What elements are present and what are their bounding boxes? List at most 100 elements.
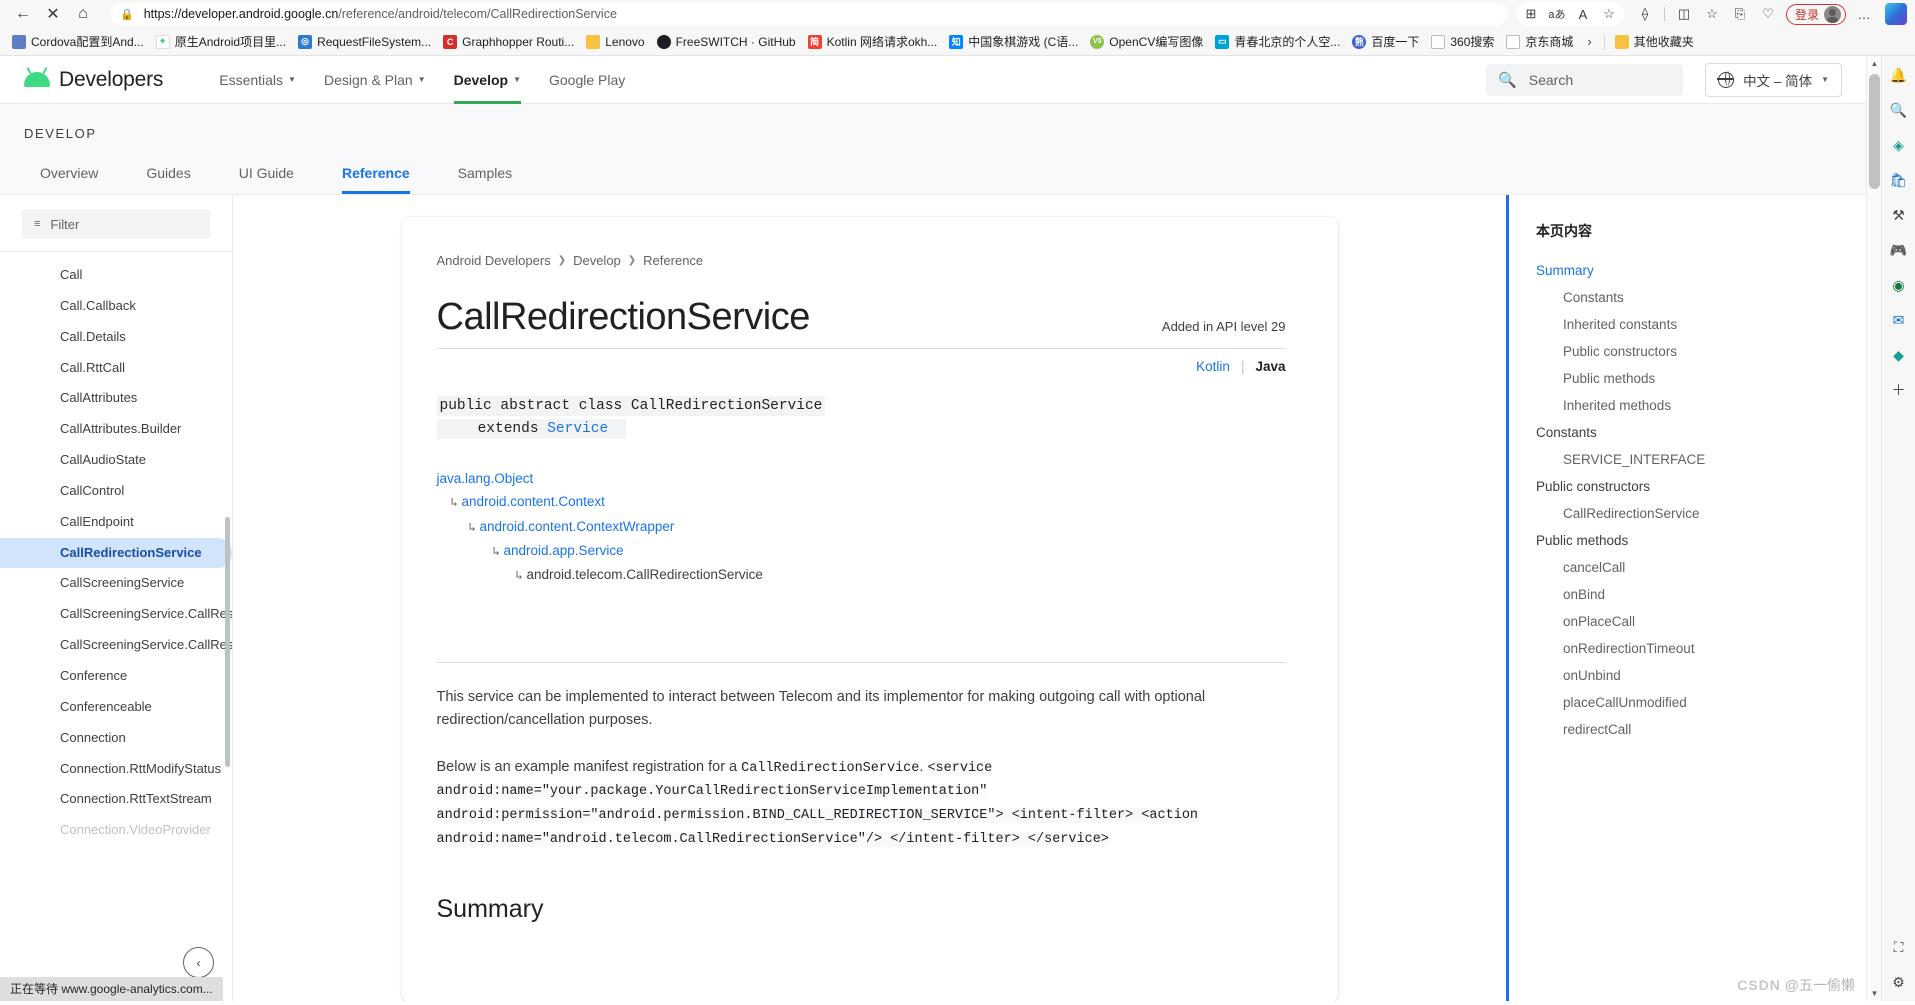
sidebar-item-call-details[interactable]: Call.Details — [0, 322, 232, 353]
hierarchy-row[interactable]: ↳ android.app.Service — [437, 539, 1286, 563]
hierarchy-row[interactable]: java.lang.Object — [437, 467, 1286, 490]
android-developers-logo[interactable]: Developers — [24, 68, 163, 92]
split-window-icon[interactable]: ◫ — [1671, 2, 1697, 26]
scroll-up-arrow-icon[interactable]: ▲ — [1867, 56, 1882, 71]
sidebar-item-callscreeningservice-callresponse-builder[interactable]: CallScreeningService.CallResponse.Builde… — [0, 630, 232, 661]
games-icon[interactable]: 🎮 — [1888, 239, 1910, 261]
signature-super-type-link[interactable]: Service — [547, 421, 608, 437]
toc-item-onunbind[interactable]: onUnbind — [1536, 662, 1866, 689]
sidebar-item-callredirectionservice[interactable]: CallRedirectionService — [0, 537, 232, 569]
language-selector[interactable]: 中文 – 简体 ▼ — [1705, 62, 1842, 97]
favorite-star-icon[interactable]: ☆ — [1596, 2, 1622, 26]
copilot-sidebar-icon[interactable]: ◈ — [1888, 134, 1910, 156]
collections-icon[interactable]: ☆ — [1699, 2, 1725, 26]
sidebar-item-call-rttcall[interactable]: Call.RttCall — [0, 353, 232, 384]
bookmark-item[interactable]: Cordova配置到And... — [6, 31, 150, 52]
bookmark-item[interactable]: C Graphhopper Routi... — [437, 33, 580, 51]
kotlin-toggle[interactable]: Kotlin — [1196, 359, 1230, 374]
tab-guides[interactable]: Guides — [130, 165, 206, 194]
toc-item-redirectcall[interactable]: redirectCall — [1536, 716, 1866, 743]
browser-essentials-icon[interactable]: ♡ — [1755, 2, 1781, 26]
sidebar-item-callscreeningservice-callresponse[interactable]: CallScreeningService.CallResponse — [0, 599, 232, 630]
nav-item-design-plan[interactable]: Design & Plan ▼ — [310, 56, 440, 104]
sidebar-item-connection[interactable]: Connection — [0, 723, 232, 754]
toc-item-callredirectionservice[interactable]: CallRedirectionService — [1536, 500, 1866, 527]
breadcrumb-item-develop[interactable]: Develop — [573, 253, 621, 268]
sidebar-item-connection-videoprovider[interactable]: Connection.VideoProvider — [0, 815, 232, 846]
toc-section-constants[interactable]: Constants — [1536, 419, 1866, 446]
signin-button[interactable]: 登录 — [1785, 3, 1846, 25]
bookmark-item[interactable]: 360搜索 — [1425, 31, 1500, 52]
sidebar-scrollbar[interactable] — [225, 517, 230, 767]
sidebar-item-call-callback[interactable]: Call.Callback — [0, 291, 232, 322]
filter-input[interactable]: ≡ Filter — [22, 209, 210, 239]
hierarchy-row[interactable]: ↳ android.content.ContextWrapper — [437, 515, 1286, 539]
toc-item-public-constructors[interactable]: Public constructors — [1536, 338, 1866, 365]
toc-item-summary[interactable]: Summary — [1536, 257, 1866, 284]
split-screen-icon[interactable]: ⊞ — [1518, 2, 1544, 26]
scrollbar-thumb[interactable] — [1869, 74, 1880, 189]
read-aloud-icon[interactable]: A — [1570, 2, 1596, 26]
screenshot-icon[interactable]: ⛶ — [1888, 936, 1910, 958]
bookmark-item[interactable]: 京东商城 — [1500, 31, 1579, 52]
toc-item-placecallunmodified[interactable]: placeCallUnmodified — [1536, 689, 1866, 716]
hierarchy-row[interactable]: ↳ android.content.Context — [437, 490, 1286, 514]
sidebar-item-callscreeningservice[interactable]: CallScreeningService — [0, 568, 232, 599]
other-favorites-folder[interactable]: 其他收藏夹 — [1609, 31, 1700, 52]
sidebar-item-callattributes[interactable]: CallAttributes — [0, 383, 232, 414]
toc-item-inherited-constants[interactable]: Inherited constants — [1536, 311, 1866, 338]
sidebar-item-call[interactable]: Call — [0, 260, 232, 291]
search-sidebar-icon[interactable]: 🔍 — [1888, 99, 1910, 121]
bookmark-item[interactable]: 简 Kotlin 网络请求okh... — [802, 31, 944, 52]
add-sidebar-icon[interactable]: ＋ — [1888, 379, 1910, 401]
sidebar-item-connection-rttmodifystatus[interactable]: Connection.RttModifyStatus — [0, 754, 232, 785]
sidebar-item-conferenceable[interactable]: Conferenceable — [0, 692, 232, 723]
toc-item-onredirectiontimeout[interactable]: onRedirectionTimeout — [1536, 635, 1866, 662]
stop-loading-button[interactable]: ✕ — [38, 1, 68, 27]
sidebar-item-callattributes-builder[interactable]: CallAttributes.Builder — [0, 414, 232, 445]
outlook-icon[interactable]: ✉ — [1888, 309, 1910, 331]
scroll-down-arrow-icon[interactable]: ▼ — [1867, 986, 1882, 1001]
bookmark-item[interactable]: ◎ RequestFileSystem... — [292, 33, 437, 51]
toc-item-service-interface[interactable]: SERVICE_INTERFACE — [1536, 446, 1866, 473]
toc-item-onbind[interactable]: onBind — [1536, 581, 1866, 608]
breadcrumb-item-android-developers[interactable]: Android Developers — [437, 253, 551, 268]
page-scrollbar[interactable]: ▲ ▼ — [1866, 56, 1881, 1001]
settings-sidebar-icon[interactable]: ⚙ — [1888, 971, 1910, 993]
tab-samples[interactable]: Samples — [442, 165, 528, 194]
drop-icon[interactable]: ◆ — [1888, 344, 1910, 366]
sidebar-item-callaudiostate[interactable]: CallAudioState — [0, 445, 232, 476]
sidebar-item-callcontrol[interactable]: CallControl — [0, 476, 232, 507]
toc-item-constants[interactable]: Constants — [1536, 284, 1866, 311]
sidebar-item-callendpoint[interactable]: CallEndpoint — [0, 507, 232, 538]
sidebar-item-connection-rtttextstream[interactable]: Connection.RttTextStream — [0, 784, 232, 815]
extensions-icon[interactable]: ⟠ — [1632, 2, 1658, 26]
office-icon[interactable]: ◉ — [1888, 274, 1910, 296]
bookmark-item[interactable]: ▭ 青春北京的个人空... — [1209, 31, 1346, 52]
more-settings-icon[interactable]: … — [1851, 2, 1877, 26]
bookmarks-overflow-button[interactable]: › — [1579, 32, 1599, 51]
nav-item-essentials[interactable]: Essentials ▼ — [205, 56, 310, 104]
add-tab-group-icon[interactable]: ⎘ — [1727, 2, 1753, 26]
toc-section-public-constructors[interactable]: Public constructors — [1536, 473, 1866, 500]
toc-item-cancelcall[interactable]: cancelCall — [1536, 554, 1866, 581]
bookmark-item[interactable]: ⌖ 原生Android项目里... — [150, 31, 292, 52]
address-bar[interactable]: 🔒 https://developer.android.google.cn/re… — [110, 3, 1508, 25]
tab-reference[interactable]: Reference — [326, 165, 426, 194]
shopping-icon[interactable]: 🛍 — [1888, 169, 1910, 191]
toc-item-public-methods[interactable]: Public methods — [1536, 365, 1866, 392]
copilot-icon[interactable] — [1885, 3, 1907, 25]
nav-item-google-play[interactable]: Google Play — [535, 56, 639, 104]
back-button[interactable]: ← — [8, 1, 38, 27]
java-toggle[interactable]: Java — [1255, 359, 1285, 374]
tab-overview[interactable]: Overview — [24, 165, 114, 194]
notification-bell-icon[interactable]: 🔔 — [1888, 64, 1910, 86]
search-input[interactable]: 🔍 Search — [1486, 63, 1684, 96]
translate-icon[interactable]: aあ — [1544, 2, 1570, 26]
bookmark-item[interactable]: 熊百度一下 — [1346, 31, 1425, 52]
bookmark-item[interactable]: Lenovo — [580, 33, 650, 51]
bookmark-item[interactable]: V5 OpenCV编写图像 — [1084, 31, 1209, 52]
collapse-sidebar-button[interactable]: ‹ — [183, 947, 214, 978]
nav-item-develop[interactable]: Develop ▼ — [440, 56, 535, 104]
sidebar-item-conference[interactable]: Conference — [0, 661, 232, 692]
